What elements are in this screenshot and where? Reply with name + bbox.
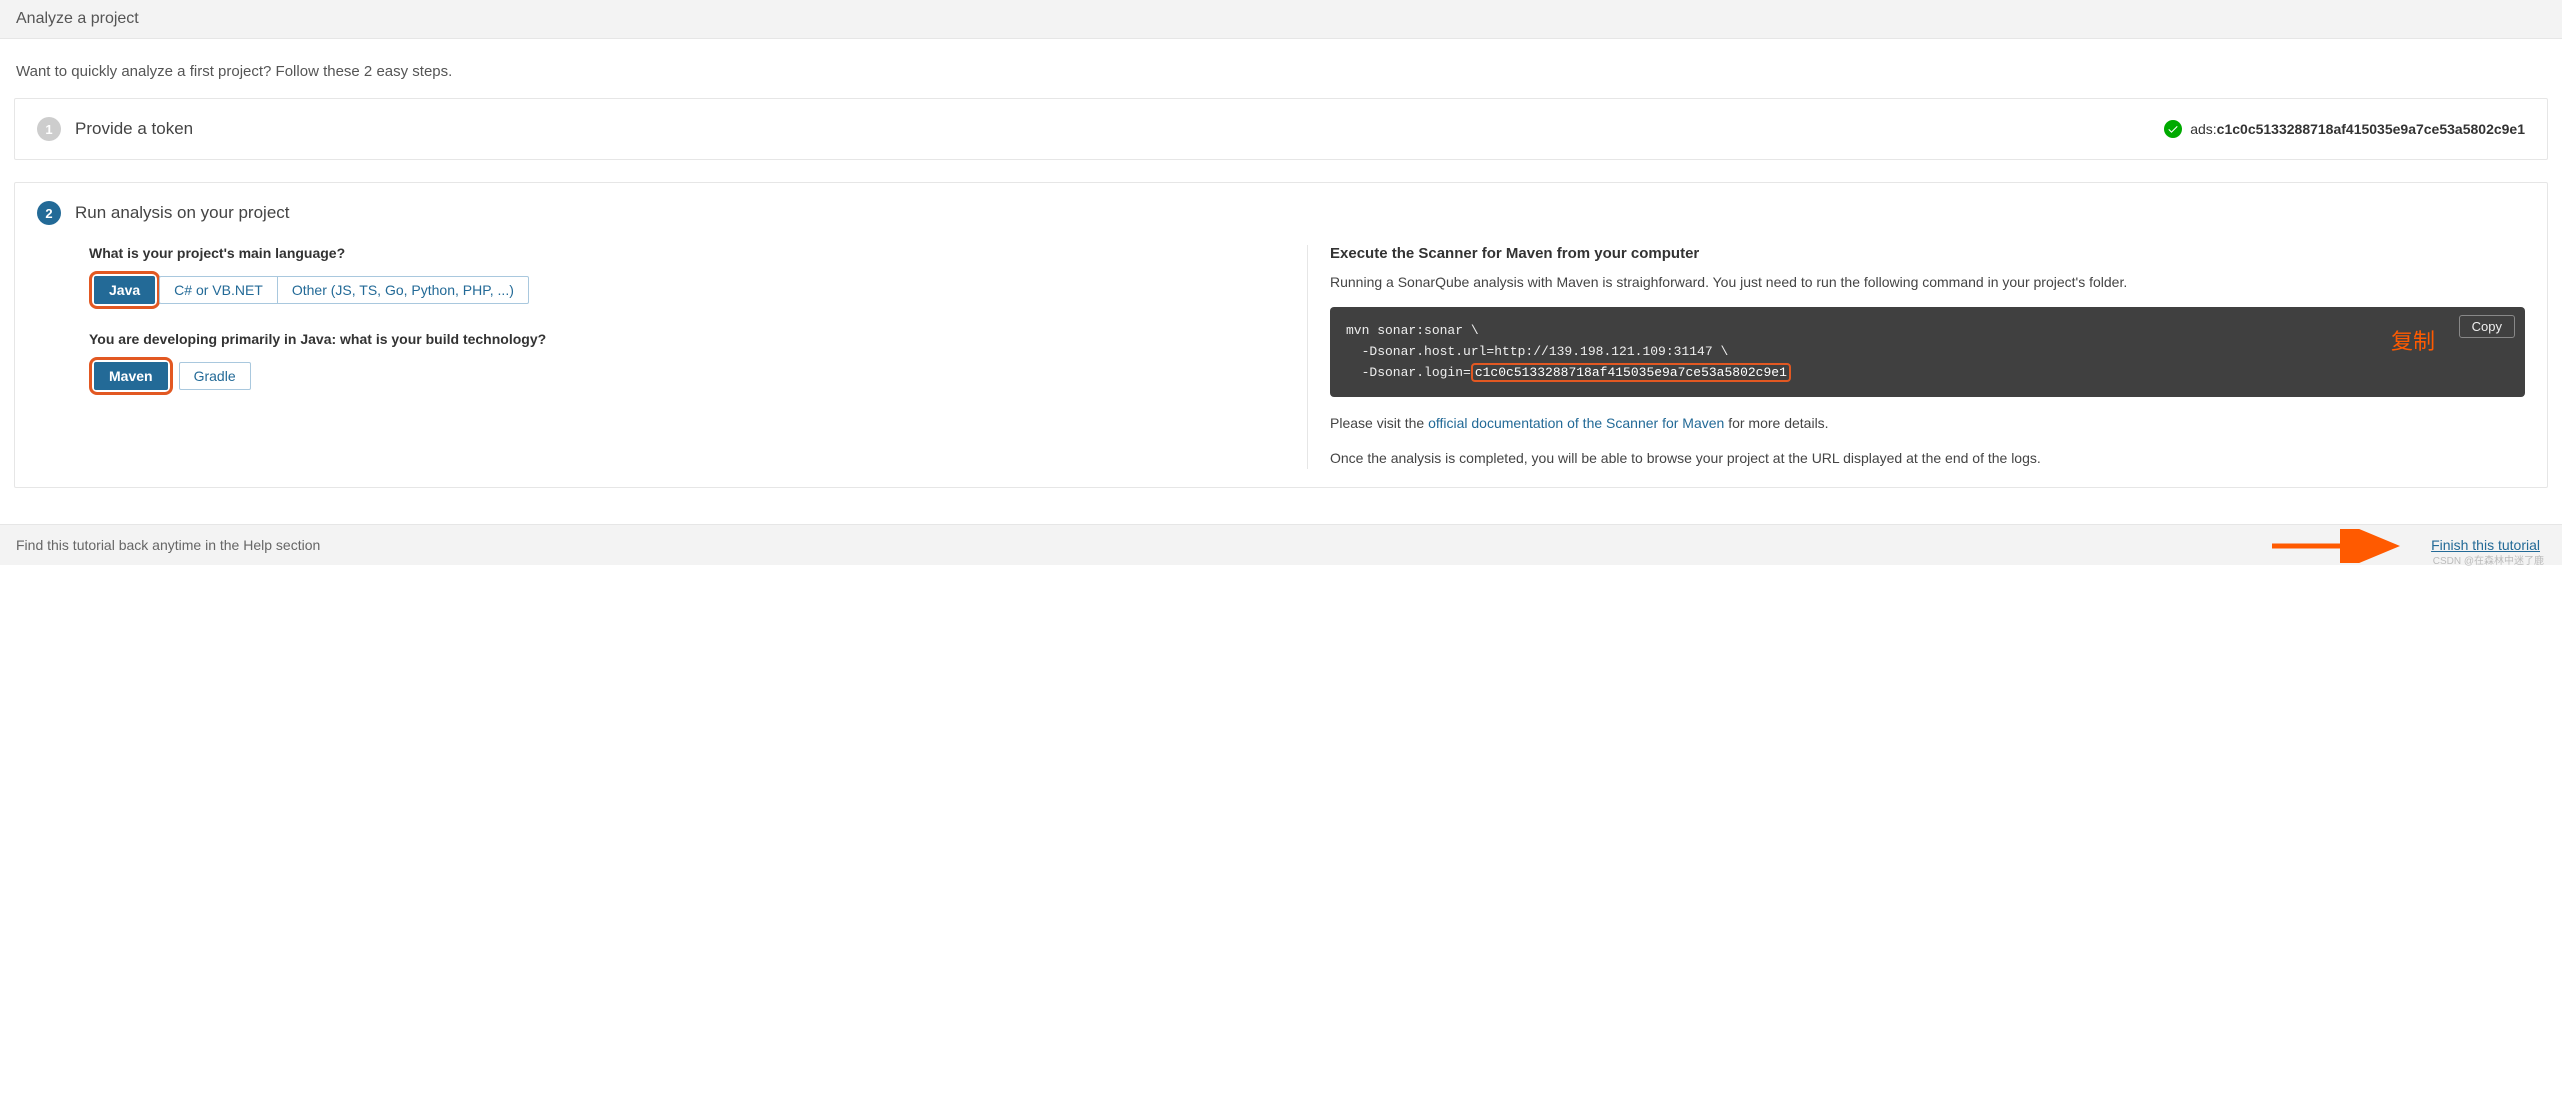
docs-link[interactable]: official documentation of the Scanner fo… xyxy=(1428,415,1724,431)
copy-annotation: 复制 xyxy=(2391,324,2435,359)
build-option-maven[interactable]: Maven xyxy=(94,362,168,390)
docs-line: Please visit the official documentation … xyxy=(1330,413,2525,434)
step1-number: 1 xyxy=(37,117,61,141)
token-prefix: ads: xyxy=(2190,121,2216,137)
build-option-gradle[interactable]: Gradle xyxy=(179,362,251,390)
check-icon xyxy=(2164,120,2182,138)
page-header: Analyze a project xyxy=(0,0,2562,39)
step2-title: Run analysis on your project xyxy=(75,203,290,223)
intro-text: Want to quickly analyze a first project?… xyxy=(16,63,2548,80)
token-value: c1c0c5133288718af415035e9a7ce53a5802c9e1 xyxy=(2217,121,2525,137)
lang-option-java[interactable]: Java xyxy=(94,276,155,304)
code-token-highlight: c1c0c5133288718af415035e9a7ce53a5802c9e1 xyxy=(1471,363,1791,382)
docs-pre: Please visit the xyxy=(1330,415,1428,431)
question-language: What is your project's main language? xyxy=(89,245,1287,261)
page-title: Analyze a project xyxy=(16,10,139,27)
lang-option-csharp[interactable]: C# or VB.NET xyxy=(159,276,278,304)
step1-title: Provide a token xyxy=(75,119,193,139)
step2-right-column: Execute the Scanner for Maven from your … xyxy=(1307,245,2525,469)
step1-panel: 1 Provide a token ads:c1c0c5133288718af4… xyxy=(14,98,2548,160)
code-line-2: -Dsonar.host.url=http://139.198.121.109:… xyxy=(1346,344,1728,359)
footer-help-text: Find this tutorial back anytime in the H… xyxy=(16,537,320,553)
content-area: Want to quickly analyze a first project?… xyxy=(0,39,2562,524)
code-block: Copy 复制 mvn sonar:sonar \ -Dsonar.host.url… xyxy=(1330,307,2525,397)
scanner-desc: Running a SonarQube analysis with Maven … xyxy=(1330,272,2525,293)
lang-option-other[interactable]: Other (JS, TS, Go, Python, PHP, ...) xyxy=(278,276,529,304)
finish-tutorial-link[interactable]: Finish this tutorial xyxy=(2431,537,2546,553)
question-build: You are developing primarily in Java: wh… xyxy=(89,331,1287,347)
step2-left-column: What is your project's main language? Ja… xyxy=(89,245,1307,469)
token-display: ads:c1c0c5133288718af415035e9a7ce53a5802… xyxy=(2164,120,2525,138)
scanner-title: Execute the Scanner for Maven from your … xyxy=(1330,245,2525,262)
code-line-3-prefix: -Dsonar.login= xyxy=(1346,365,1471,380)
highlight-java: Java xyxy=(89,271,160,309)
watermark: CSDN @在森林中迷了鹿 xyxy=(2433,552,2544,567)
highlight-maven: Maven xyxy=(89,357,173,395)
step2-panel: 2 Run analysis on your project What is y… xyxy=(14,182,2548,488)
code-line-1: mvn sonar:sonar \ xyxy=(1346,323,1479,338)
step2-number: 2 xyxy=(37,201,61,225)
after-text: Once the analysis is completed, you will… xyxy=(1330,448,2525,469)
arrow-annotation-icon xyxy=(2272,529,2412,563)
docs-post: for more details. xyxy=(1724,415,1828,431)
copy-button[interactable]: Copy xyxy=(2459,315,2515,338)
footer-bar: Find this tutorial back anytime in the H… xyxy=(0,524,2562,565)
